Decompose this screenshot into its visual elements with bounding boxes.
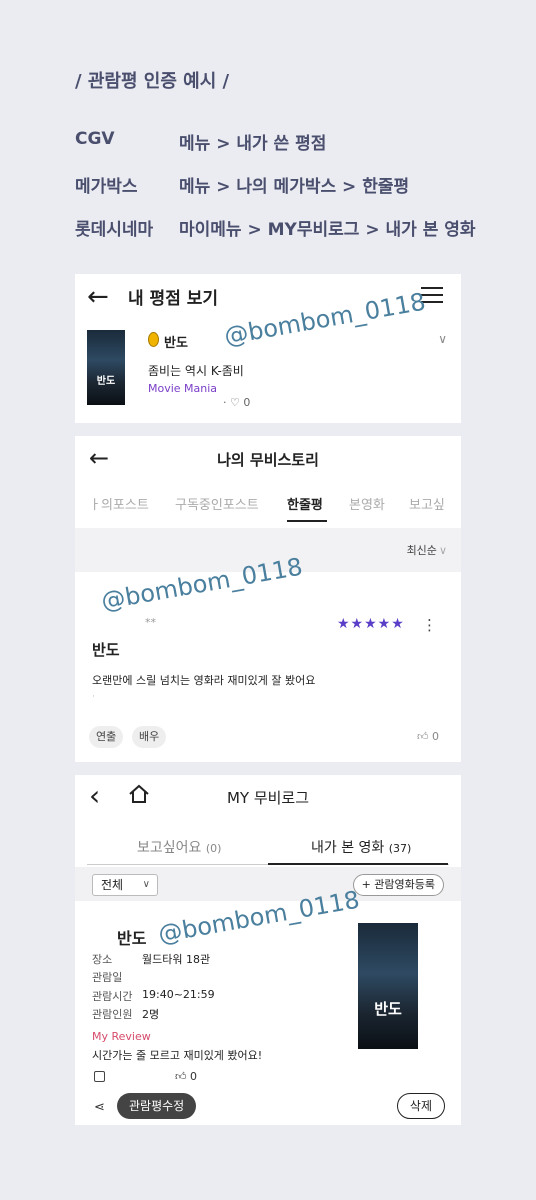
tab-bar: ㅏ의포스트 구독중인포스트 한줄평 본영화 보고싶 (75, 484, 461, 524)
info-people: 관람인원 2명 (92, 1008, 160, 1021)
review-comment: 오랜만에 스릴 넘치는 영화라 재미있게 잘 봤어요 (92, 674, 316, 687)
my-review-label: My Review (92, 1030, 151, 1043)
tab-subscribed-post[interactable]: 구독중인포스트 (175, 494, 259, 513)
kebab-icon[interactable]: ⋮ (422, 616, 437, 634)
movie-title: 반도 (117, 929, 147, 948)
guide-theater: 메가박스 (75, 177, 138, 197)
register-movie-button[interactable]: + 관람영화등록 (352, 874, 444, 896)
page-title: 나의 무비스토리 (217, 451, 319, 469)
watermark: @bombom_0118 (222, 287, 428, 351)
tag-chip: 배우 (132, 726, 167, 748)
user-id: ** (145, 616, 156, 629)
filter-select[interactable]: 전체 ∨ (92, 874, 158, 896)
tab-watched[interactable]: 본영화 (349, 494, 385, 513)
thumbs-up-icon: 👍︎ (417, 730, 429, 743)
filter-bar: 전체 ∨ + 관람영화등록 (75, 867, 461, 901)
star-rating: ★★★★★ (337, 616, 405, 632)
like-button[interactable]: 👍︎ 0 (417, 730, 439, 743)
chevron-down-icon: ∨ (142, 879, 150, 890)
page-title: MY 무비로그 (226, 789, 310, 807)
like-value: 0 (432, 730, 439, 743)
page-title: 내 평점 보기 (128, 289, 219, 309)
edit-review-button[interactable]: 관람평수정 (117, 1093, 197, 1119)
guide-path: 마이메뉴 > MY무비로그 > 내가 본 영화 (179, 220, 476, 240)
guide-theater: 롯데시네마 (75, 220, 154, 240)
active-tab-underline (287, 520, 327, 522)
delete-button[interactable]: 삭제 (396, 1093, 445, 1119)
review-comment: 시간가는 줄 모르고 재미있게 봤어요! (92, 1049, 263, 1062)
info-venue: 장소 월드타워 18관 (92, 953, 211, 966)
share-icon[interactable]: ⋖ (94, 1100, 105, 1115)
guide-path: 메뉴 > 내가 쓴 평점 (179, 134, 327, 154)
back-arrow-icon[interactable]: ← (87, 284, 109, 310)
tab-watched[interactable]: 내가 본 영화 (37) (311, 837, 411, 857)
movie-poster: 반도 (358, 923, 418, 1049)
guide-path: 메뉴 > 나의 메가박스 > 한줄평 (179, 177, 410, 197)
like-value: 0 (190, 1070, 197, 1083)
like-value: 0 (243, 396, 251, 409)
tag-chip: 연출 (89, 726, 124, 748)
separator-dot: · (92, 692, 95, 702)
like-button[interactable]: 👍︎ 0 (175, 1070, 197, 1083)
review-comment: 좀비는 역시 K-좀비 (148, 364, 244, 378)
movie-title: 반도 (164, 336, 188, 351)
tab-my-post[interactable]: ㅏ의포스트 (89, 494, 149, 513)
active-tab-underline (268, 863, 448, 865)
megabox-review-panel: ← 나의 무비스토리 ㅏ의포스트 구독중인포스트 한줄평 본영화 보고싶 최신순… (75, 436, 461, 762)
sort-label: 최신순 (406, 544, 437, 557)
calendar-icon[interactable] (94, 1071, 105, 1082)
tab-wishlist[interactable]: 보고싶어요 (0) (137, 837, 221, 857)
chevron-down-icon[interactable]: ∨ (438, 332, 447, 346)
heart-icon: ♡ (230, 396, 240, 409)
tab-one-line-review[interactable]: 한줄평 (287, 494, 323, 513)
movie-title: 반도 (92, 641, 120, 659)
chevron-down-icon: ∨ (438, 544, 447, 557)
cgv-review-panel: ← 내 평점 보기 반도 반도 좀비는 역시 K-좀비 Movie Mania … (75, 274, 461, 423)
user-grade: Movie Mania (148, 382, 218, 395)
info-date: 관람일 (92, 971, 123, 984)
like-count[interactable]: · ♡ 0 (223, 396, 250, 409)
grade-badge-icon (148, 332, 159, 347)
sort-dropdown[interactable]: 최신순 ∨ (407, 542, 447, 558)
info-time: 관람시간 19:40~21:59 (92, 988, 215, 1003)
thumbs-up-icon: 👍︎ (175, 1070, 187, 1083)
movie-poster: 반도 (87, 330, 125, 405)
guide-title: / 관람평 인증 예시 / (75, 71, 230, 92)
tab-wishlist[interactable]: 보고싶 (409, 494, 445, 513)
lotte-movielog-panel: ‹ MY 무비로그 보고싶어요 (0) 내가 본 영화 (37) 전체 ∨ + 관… (75, 775, 461, 1125)
guide-theater: CGV (75, 129, 115, 149)
